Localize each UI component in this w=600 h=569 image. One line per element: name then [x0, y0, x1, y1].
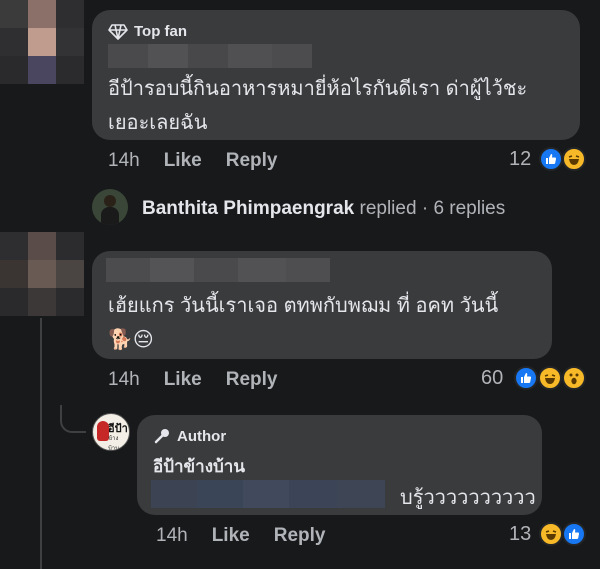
reply-text: บรู้วววววววววว	[400, 487, 536, 509]
timestamp[interactable]: 14h	[108, 369, 140, 391]
like-icon	[514, 366, 538, 390]
reply-button[interactable]: Reply	[226, 369, 278, 391]
like-button[interactable]: Like	[212, 525, 250, 547]
reaction-count[interactable]: 12	[509, 148, 531, 171]
replied-label: replied	[359, 198, 417, 219]
diamond-icon	[108, 23, 128, 40]
reply-bubble[interactable]: Author อีป้าข้างบ้าน บรู้วววววววววว	[137, 415, 542, 515]
comment-text-line: อีป้ารอบนี้กินอาหารหมายี่ห้อไรกันดีเรา ด…	[108, 78, 528, 100]
reply-connector	[60, 405, 86, 433]
timestamp[interactable]: 14h	[108, 150, 140, 172]
reaction-count[interactable]: 13	[509, 523, 531, 546]
badge-label: Top fan	[134, 23, 188, 40]
comment-bubble[interactable]: เฮ้ยแกร วันนี้เราเจอ ตทพกับพฌม ที่ อคท ว…	[92, 251, 552, 359]
like-button[interactable]: Like	[164, 150, 202, 172]
reaction-count[interactable]: 60	[481, 367, 503, 390]
timestamp[interactable]: 14h	[156, 525, 188, 547]
comment-text: เฮ้ยแกร วันนี้เราเจอ ตทพกับพฌม ที่ อคท ว…	[108, 289, 548, 357]
like-button[interactable]: Like	[164, 369, 202, 391]
comment-actions: 14h Like Reply	[156, 525, 349, 547]
comment-emoji: 🐕😔	[108, 329, 154, 351]
comment-actions: 14h Like Reply	[108, 150, 301, 172]
mentioned-name-blurred[interactable]	[151, 480, 385, 508]
view-replies-link[interactable]: Banthita Phimpaengrak replied · 6 replie…	[142, 198, 505, 220]
reply-button[interactable]: Reply	[226, 150, 278, 172]
author-name[interactable]: อีป้าข้างบ้าน	[153, 453, 245, 480]
top-fan-badge: Top fan	[108, 23, 187, 40]
author-avatar[interactable]: อีป้า ข้างบ้าน	[92, 413, 130, 451]
avatar-subtext: ข้างบ้าน	[108, 436, 120, 451]
replier-avatar[interactable]	[92, 189, 128, 225]
like-icon	[562, 522, 586, 546]
comment-bubble[interactable]: Top fan อีป้ารอบนี้กินอาหารหมายี่ห้อไรกั…	[92, 10, 580, 140]
comment-text-line: เฮ้ยแกร วันนี้เราเจอ ตทพกับพฌม ที่ อคท ว…	[108, 295, 499, 317]
commenter-name-blurred[interactable]	[108, 44, 312, 68]
haha-icon	[539, 522, 563, 546]
separator: ·	[421, 198, 429, 219]
badge-label: Author	[177, 427, 227, 445]
commenter-name-blurred[interactable]	[106, 258, 330, 282]
haha-icon	[538, 366, 562, 390]
like-icon	[539, 147, 563, 171]
replies-count: 6 replies	[433, 198, 506, 219]
comment-actions: 14h Like Reply	[108, 369, 301, 391]
microphone-icon	[154, 429, 169, 444]
haha-icon	[562, 147, 586, 171]
author-badge: Author	[153, 427, 226, 445]
reply-button[interactable]: Reply	[274, 525, 326, 547]
commenter-avatar-blurred[interactable]	[0, 232, 84, 316]
commenter-avatar-blurred[interactable]	[0, 0, 84, 84]
comment-text-line: เยอะเลยฉัน	[108, 112, 208, 134]
wow-icon	[562, 366, 586, 390]
thread-line	[40, 318, 42, 569]
comment-text: อีป้ารอบนี้กินอาหารหมายี่ห้อไรกันดีเรา ด…	[108, 72, 578, 140]
replier-name: Banthita Phimpaengrak	[142, 198, 355, 219]
